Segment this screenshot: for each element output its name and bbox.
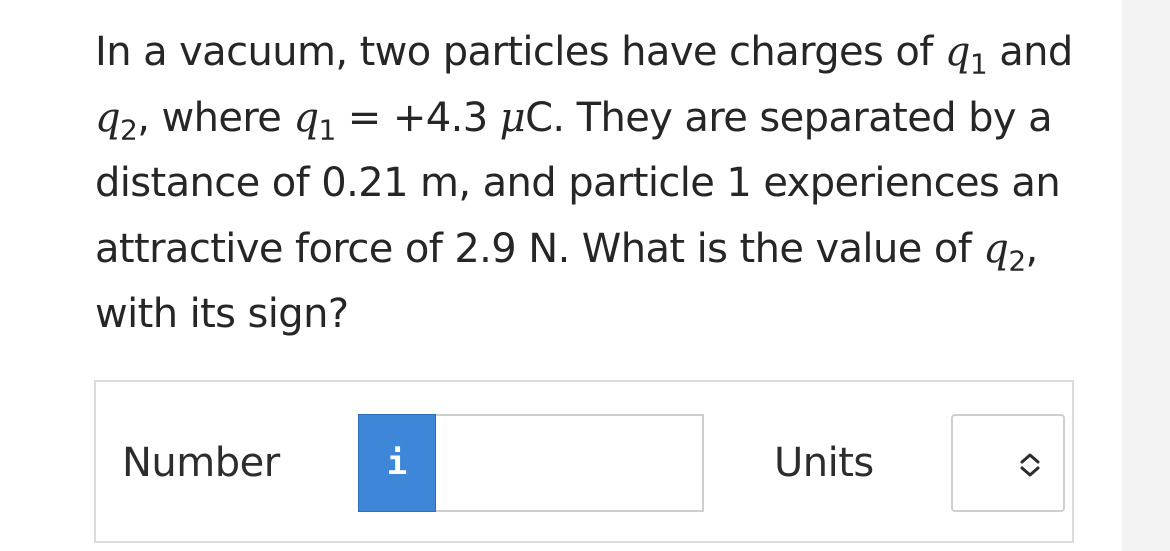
micro-symbol: μ bbox=[499, 94, 526, 141]
right-scroll-rail bbox=[1122, 0, 1170, 551]
question-text: In a vacuum, two particles have charges … bbox=[95, 20, 1105, 348]
question-text-segment: = +4.3 bbox=[335, 94, 500, 141]
question-text-segment: , where bbox=[137, 94, 294, 141]
up-down-chevron-icon bbox=[1020, 453, 1040, 477]
units-label: Units bbox=[774, 440, 874, 486]
q1-symbol: q1 bbox=[293, 94, 336, 146]
number-label: Number bbox=[122, 440, 280, 486]
question-text-segment: In a vacuum, two particles have charges … bbox=[95, 29, 945, 75]
question-text-segment: and bbox=[987, 29, 1073, 75]
q2-symbol: q2 bbox=[95, 94, 138, 146]
info-icon: i bbox=[386, 443, 408, 483]
answer-panel: Number i Units bbox=[94, 380, 1074, 543]
q2-symbol: q2 bbox=[983, 225, 1026, 277]
info-button[interactable]: i bbox=[358, 414, 436, 512]
number-input[interactable] bbox=[436, 414, 704, 512]
units-select[interactable] bbox=[951, 414, 1065, 512]
q1-symbol: q1 bbox=[944, 29, 988, 81]
